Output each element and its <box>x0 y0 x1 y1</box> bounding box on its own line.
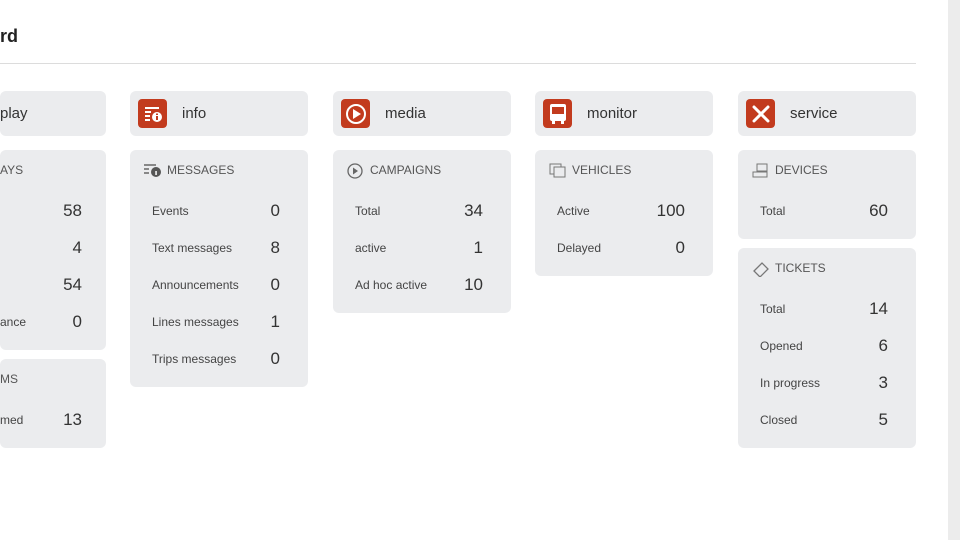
stat-value: 8 <box>270 237 280 257</box>
tools-icon <box>746 99 775 128</box>
stat-row[interactable]: med 13 <box>0 401 92 438</box>
vehicles-icon <box>549 163 567 178</box>
stat-value: 1 <box>270 311 280 331</box>
column-service: service DEVICES Total 60 TICKETS Total 14 Opene… <box>738 91 916 448</box>
stat-value: 34 <box>464 200 483 220</box>
stat-value: 0 <box>270 274 280 294</box>
section-title: DEVICES <box>775 163 828 177</box>
section-tickets: TICKETS Total 14 Opened 6 In progress 3 Closed 5 <box>738 248 916 448</box>
stat-label: Total <box>760 301 786 316</box>
stat-label: Delayed <box>557 240 602 255</box>
section-title: MS <box>0 372 18 386</box>
section-title: CAMPAIGNS <box>370 163 442 177</box>
app-tile-media[interactable]: media <box>333 91 511 136</box>
stat-label: Lines messages <box>152 314 239 329</box>
column-info: info MESSAGES Events 0 Text messages 8 Announc… <box>130 91 308 387</box>
stat-label: Ad hoc active <box>355 277 428 292</box>
section-title: VEHICLES <box>572 163 632 177</box>
app-tile-info[interactable]: info <box>130 91 308 136</box>
stat-value: 58 <box>63 200 82 220</box>
stat-value: 13 <box>63 409 82 429</box>
stat-label: Events <box>152 203 189 218</box>
section-title: TICKETS <box>775 261 826 275</box>
play-icon <box>347 163 365 179</box>
stat-row[interactable]: ance 0 <box>0 303 92 340</box>
stat-label: ance <box>0 314 27 329</box>
stat-value: 1 <box>473 237 483 257</box>
stat-value: 3 <box>878 372 888 392</box>
stat-label: Closed <box>760 412 798 427</box>
stat-row[interactable]: Opened 6 <box>752 327 902 364</box>
column-media: media CAMPAIGNS Total 34 active 1 Ad hoc activ… <box>333 91 511 313</box>
section-ays: AYS 58 4 54 ance 0 <box>0 150 106 350</box>
column-play: play AYS 58 4 54 ance 0 MS med 13 <box>0 91 106 448</box>
scrollbar[interactable] <box>948 0 960 540</box>
app-name: info <box>182 105 207 122</box>
stat-value: 0 <box>270 200 280 220</box>
app-name: play <box>0 105 28 122</box>
stat-value: 54 <box>63 274 82 294</box>
stat-row[interactable]: 4 <box>0 229 92 266</box>
stat-row[interactable]: Text messages 8 <box>144 229 294 266</box>
app-tile-monitor[interactable]: monitor <box>535 91 713 136</box>
stat-label: Total <box>355 203 381 218</box>
stat-value: 10 <box>464 274 483 294</box>
bus-icon <box>543 99 572 128</box>
stat-row[interactable]: Total 14 <box>752 290 902 327</box>
divider <box>0 63 916 64</box>
stat-value: 0 <box>270 348 280 368</box>
app-tile-play[interactable]: play <box>0 91 106 136</box>
section-title: AYS <box>0 163 24 177</box>
app-name: service <box>790 105 838 122</box>
messages-icon <box>144 163 162 177</box>
stat-value: 4 <box>72 237 82 257</box>
stat-row[interactable]: Trips messages 0 <box>144 340 294 377</box>
stat-value: 0 <box>72 311 82 331</box>
stat-row[interactable]: Announcements 0 <box>144 266 294 303</box>
stat-label: Total <box>760 203 786 218</box>
section-campaigns: CAMPAIGNS Total 34 active 1 Ad hoc active 10 <box>333 150 511 313</box>
stat-value: 5 <box>878 409 888 429</box>
stat-label: active <box>355 240 387 255</box>
section-title: MESSAGES <box>167 163 235 177</box>
stat-row[interactable]: Closed 5 <box>752 401 902 438</box>
stat-value: 0 <box>675 237 685 257</box>
app-name: media <box>385 105 426 122</box>
page-title: rd <box>0 26 18 46</box>
stat-row[interactable]: Delayed 0 <box>549 229 699 266</box>
section-devices: DEVICES Total 60 <box>738 150 916 239</box>
stat-label: In progress <box>760 375 821 390</box>
stat-value: 14 <box>869 298 888 318</box>
app-name: monitor <box>587 105 638 122</box>
stat-value: 60 <box>869 200 888 220</box>
ticket-icon <box>752 261 770 277</box>
stat-row[interactable]: 54 <box>0 266 92 303</box>
stat-label: Announcements <box>152 277 239 292</box>
app-tile-service[interactable]: service <box>738 91 916 136</box>
section-ms: MS med 13 <box>0 359 106 448</box>
stat-value: 6 <box>878 335 888 355</box>
section-messages: MESSAGES Events 0 Text messages 8 Announcemen… <box>130 150 308 387</box>
stat-value: 100 <box>656 200 685 220</box>
stat-label: Opened <box>760 338 803 353</box>
stat-row[interactable]: Ad hoc active 10 <box>347 266 497 303</box>
stat-label: Trips messages <box>152 351 237 366</box>
stat-row[interactable]: active 1 <box>347 229 497 266</box>
stat-row[interactable]: Events 0 <box>144 192 294 229</box>
info-list-icon <box>138 99 167 128</box>
stat-label: Active <box>557 203 590 218</box>
stat-row[interactable]: Active 100 <box>549 192 699 229</box>
section-vehicles: VEHICLES Active 100 Delayed 0 <box>535 150 713 276</box>
stat-row[interactable]: 58 <box>0 192 92 229</box>
stat-row[interactable]: Total 34 <box>347 192 497 229</box>
stat-row[interactable]: Lines messages 1 <box>144 303 294 340</box>
stat-row[interactable]: Total 60 <box>752 192 902 229</box>
stat-label: med <box>0 412 24 427</box>
devices-icon <box>752 163 770 178</box>
stat-label: Text messages <box>152 240 233 255</box>
stat-row[interactable]: In progress 3 <box>752 364 902 401</box>
play-circle-icon <box>341 99 370 128</box>
column-monitor: monitor VEHICLES Active 100 Delayed 0 <box>535 91 713 276</box>
